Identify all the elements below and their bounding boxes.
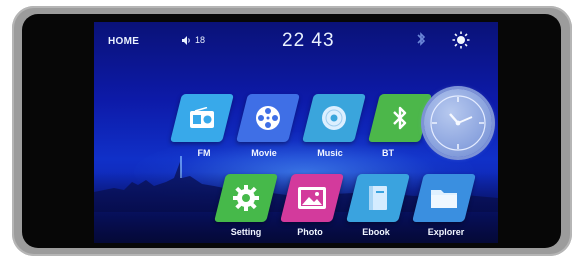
- bluetooth-icon[interactable]: [416, 31, 426, 47]
- photo-app-label: Photo: [297, 227, 323, 237]
- explorer-app-label: Explorer: [427, 227, 465, 237]
- ebook-app-label: Ebook: [362, 227, 390, 237]
- bluetooth-icon: [393, 106, 407, 130]
- setting-app-label: Setting: [230, 227, 262, 237]
- home-button[interactable]: HOME: [108, 36, 139, 47]
- device-frame: HOME 18 22 43 FM Movie Music BT Setting …: [22, 14, 561, 248]
- picture-icon: [298, 187, 326, 209]
- music-app-label: Music: [317, 148, 343, 158]
- analog-clock-icon: [430, 95, 486, 151]
- radio-icon: [190, 107, 214, 128]
- fm-app-button[interactable]: [170, 94, 234, 142]
- bt-app-label: BT: [382, 148, 394, 158]
- clock-time: 22 43: [282, 30, 335, 51]
- speaker-icon: [182, 35, 190, 45]
- book-icon: [369, 186, 387, 210]
- volume-value: 18: [195, 35, 206, 45]
- volume-indicator[interactable]: 18: [182, 35, 205, 45]
- head-unit-screen: HOME 18 22 43 FM Movie Music BT Setting …: [94, 22, 498, 243]
- gear-icon: [233, 185, 259, 211]
- film-reel-icon: [256, 106, 280, 130]
- fm-app-label: FM: [197, 148, 211, 158]
- disc-icon: [322, 106, 346, 130]
- brightness-icon[interactable]: [452, 31, 470, 49]
- bt-app-button[interactable]: [368, 94, 432, 142]
- folder-icon: [431, 190, 457, 208]
- status-bar: HOME 18 22 43: [94, 22, 498, 56]
- analog-clock-widget[interactable]: [424, 89, 492, 157]
- movie-app-label: Movie: [251, 148, 277, 158]
